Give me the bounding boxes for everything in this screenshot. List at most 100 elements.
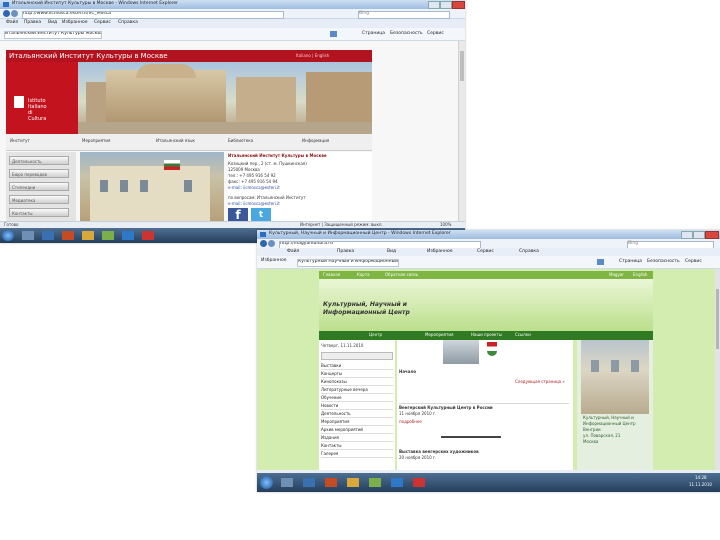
twitter-icon[interactable]: t: [251, 208, 271, 222]
cmd-tools[interactable]: Сервис: [685, 259, 702, 265]
site-header-title: Итальянский Институт Культуры в Москве: [9, 52, 168, 60]
top-link-feedback[interactable]: Обратная связь: [385, 272, 418, 278]
start-button[interactable]: [2, 230, 14, 241]
taskbar-app-icon[interactable]: [281, 478, 293, 487]
home-icon[interactable]: [597, 259, 604, 265]
taskbar-app-icon[interactable]: [62, 231, 74, 240]
sidebar-item-media[interactable]: Медиатека: [9, 195, 69, 204]
menu-file[interactable]: Файл: [287, 249, 299, 255]
menu-tools[interactable]: Сервис: [94, 20, 111, 26]
lang-english[interactable]: English: [633, 272, 647, 278]
vertical-scrollbar[interactable]: [715, 269, 720, 470]
minimize-button[interactable]: [681, 231, 693, 239]
sidebar-search-input[interactable]: [321, 352, 393, 360]
back-icon[interactable]: [3, 10, 10, 17]
sidebar-item-contacts[interactable]: Контакты: [9, 208, 69, 217]
nav-language[interactable]: Итальянский язык: [156, 138, 195, 144]
tab-active[interactable]: Культурный Научный и Информационный...: [297, 259, 399, 267]
sidebar-item[interactable]: Архив мероприятий: [321, 427, 393, 434]
taskbar-app-icon[interactable]: [325, 478, 337, 487]
sidebar-item[interactable]: Новости: [321, 403, 393, 410]
sidebar-item-translations[interactable]: Бюро переводов: [9, 169, 69, 178]
info-email-link[interactable]: e-mail: iicmosca@esteri.it: [228, 185, 280, 191]
taskbar-app-icon[interactable]: [82, 231, 94, 240]
sidebar-item-grants[interactable]: Стипендии: [9, 182, 69, 191]
favorites-button[interactable]: Избранное: [261, 258, 287, 264]
caption-line: Венгрии: [583, 427, 601, 432]
info-email-link[interactable]: e-mail: iicmosca@esteri.it: [228, 201, 280, 207]
sidebar-item[interactable]: Контакты: [321, 443, 393, 450]
lang-magyar[interactable]: Magyar: [609, 272, 624, 278]
nav-institute[interactable]: Институт: [10, 138, 30, 144]
nav-events[interactable]: Мероприятия: [82, 138, 110, 144]
forward-icon[interactable]: [268, 240, 275, 247]
nav-events[interactable]: Мероприятия: [425, 332, 453, 338]
menu-tools[interactable]: Сервис: [477, 249, 494, 255]
vertical-scrollbar[interactable]: [458, 41, 465, 221]
language-links[interactable]: Italiano | English: [296, 53, 329, 59]
address-input[interactable]: http://www.iicmosca.esteri.it/IIC_Mosca: [22, 11, 284, 19]
forward-icon[interactable]: [11, 10, 18, 17]
sidebar-item[interactable]: Обучение: [321, 395, 393, 402]
sidebar-item[interactable]: Галерея: [321, 451, 393, 458]
search-input[interactable]: Bing: [358, 11, 450, 19]
top-link-home[interactable]: Главная: [323, 272, 340, 278]
menu-help[interactable]: Справка: [118, 20, 138, 26]
taskbar-app-icon[interactable]: [22, 231, 34, 240]
nav-info[interactable]: Информация: [302, 138, 329, 144]
home-icon[interactable]: [330, 31, 337, 37]
menu-edit[interactable]: Правка: [24, 20, 41, 26]
menu-favorites[interactable]: Избранное: [62, 20, 88, 26]
taskbar-app-icon[interactable]: [413, 478, 425, 487]
minimize-button[interactable]: [428, 1, 440, 9]
taskbar-app-icon[interactable]: [142, 231, 154, 240]
sidebar-item[interactable]: Деятельность: [321, 411, 393, 418]
back-icon[interactable]: [260, 240, 267, 247]
taskbar-app-icon[interactable]: [369, 478, 381, 487]
news-title[interactable]: Выставка венгерских художников: [399, 449, 479, 455]
menu-view[interactable]: Вид: [48, 20, 57, 26]
sidebar-item[interactable]: Литературные вечера: [321, 387, 393, 394]
sidebar-item[interactable]: Выставки: [321, 363, 393, 370]
nav-library[interactable]: Библиотека: [228, 138, 253, 144]
info-line: факс: +7 495 916 54 94: [228, 179, 278, 184]
cmd-page[interactable]: Страница: [362, 31, 385, 37]
cmd-tools[interactable]: Сервис: [427, 31, 444, 37]
clock-date: 11.11.2010: [689, 482, 712, 487]
nav-projects[interactable]: Наши проекты: [471, 332, 502, 338]
nav-links[interactable]: Ссылки: [515, 332, 531, 338]
cmd-safety[interactable]: Безопасность: [647, 259, 680, 265]
cmd-page[interactable]: Страница: [619, 259, 642, 265]
close-button[interactable]: [452, 1, 465, 9]
sidebar-item[interactable]: Мероприятия: [321, 419, 393, 426]
menu-help[interactable]: Справка: [519, 249, 539, 255]
close-button[interactable]: [705, 231, 719, 239]
taskbar-app-icon[interactable]: [303, 478, 315, 487]
nav-center[interactable]: Центр: [369, 332, 382, 338]
menu-view[interactable]: Вид: [387, 249, 396, 255]
cmd-safety[interactable]: Безопасность: [390, 31, 423, 37]
zoom-level[interactable]: 100%: [440, 222, 451, 228]
menu-favorites[interactable]: Избранное: [427, 249, 453, 255]
read-more-link[interactable]: подробнее: [399, 419, 422, 425]
sidebar-item[interactable]: Издания: [321, 435, 393, 442]
taskbar-app-icon[interactable]: [102, 231, 114, 240]
sidebar-item[interactable]: Кинопоказы: [321, 379, 393, 386]
tab-active[interactable]: Итальянский Институт Культуры Москва: [4, 31, 102, 39]
start-button[interactable]: [260, 476, 273, 489]
site-title-line-2: Информационный Центр: [323, 309, 410, 316]
top-link-map[interactable]: Карта: [357, 272, 370, 278]
maximize-button[interactable]: [440, 1, 452, 9]
menu-edit[interactable]: Правка: [337, 249, 354, 255]
menu-file[interactable]: Файл: [6, 20, 18, 26]
taskbar-app-icon[interactable]: [42, 231, 54, 240]
sidebar-item[interactable]: Концерты: [321, 371, 393, 378]
facebook-icon[interactable]: f: [228, 208, 248, 222]
taskbar-app-icon[interactable]: [347, 478, 359, 487]
news-title[interactable]: Венгерский Культурный Центр в России: [399, 405, 493, 411]
taskbar-app-icon[interactable]: [122, 231, 134, 240]
sidebar-item-activity[interactable]: Деятельность: [9, 156, 69, 165]
taskbar-app-icon[interactable]: [391, 478, 403, 487]
maximize-button[interactable]: [693, 231, 705, 239]
next-page-link[interactable]: Следующая страница »: [515, 379, 565, 385]
